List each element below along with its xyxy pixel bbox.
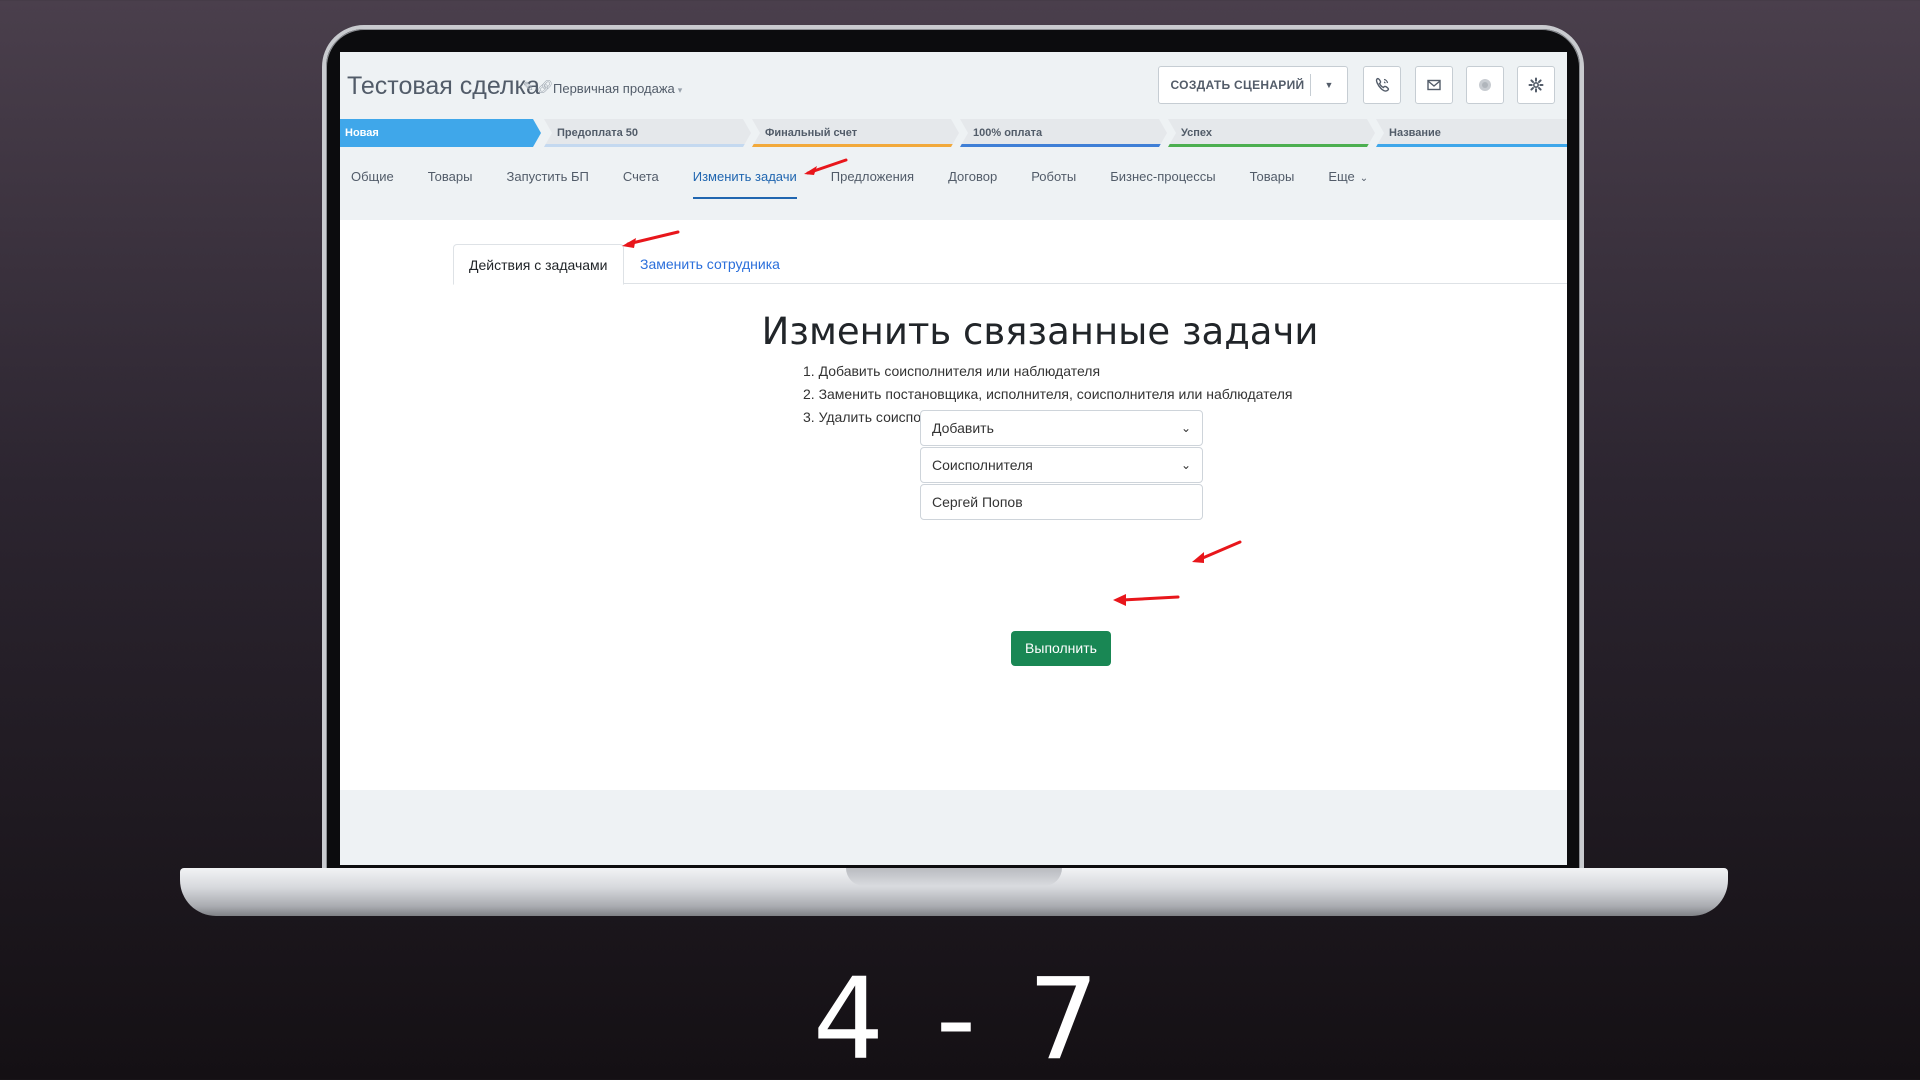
deal-header: Тестовая сделка ✎ 🔗︎ Первичная продажа ▾ … xyxy=(340,52,1567,220)
tab-business-processes[interactable]: Бизнес-процессы xyxy=(1110,169,1215,199)
slide-counter: 4 - 7 xyxy=(812,955,1108,1080)
stage-success[interactable]: Успех xyxy=(1168,119,1375,147)
annotation-arrow-icon xyxy=(622,230,680,248)
pencil-icon[interactable]: ✎ xyxy=(523,79,534,95)
caret-down-icon[interactable]: ▼ xyxy=(1311,80,1347,90)
status-dot-icon xyxy=(1479,79,1491,91)
deal-title: Тестовая сделка xyxy=(347,72,540,100)
stage-label: Название xyxy=(1389,127,1441,139)
instruction-item: 1. Добавить соисполнителя или наблюдател… xyxy=(803,363,1101,379)
chevron-down-icon: ⌄ xyxy=(1180,421,1191,435)
mail-button[interactable] xyxy=(1415,66,1453,104)
chevron-down-icon: ⌄ xyxy=(1180,458,1191,472)
laptop-notch xyxy=(846,868,1062,886)
phone-button[interactable] xyxy=(1363,66,1401,104)
role-select[interactable]: Соисполнителя ⌄ xyxy=(920,447,1203,483)
tab-more[interactable]: Еще ⌄ xyxy=(1328,169,1368,199)
tab-general[interactable]: Общие xyxy=(351,169,394,199)
tab-products[interactable]: Товары xyxy=(428,169,473,199)
funnel-label: Первичная продажа xyxy=(553,81,675,96)
employee-input-value: Сергей Попов xyxy=(932,494,1023,510)
create-scenario-button[interactable]: СОЗДАТЬ СЦЕНАРИЙ ▼ xyxy=(1158,66,1348,104)
role-select-value: Соисполнителя xyxy=(932,457,1033,473)
tab-change-tasks[interactable]: Изменить задачи xyxy=(692,169,797,199)
stage-label: 100% оплата xyxy=(973,127,1043,139)
status-button[interactable] xyxy=(1466,66,1504,104)
annotation-arrow-icon xyxy=(804,158,848,175)
annotation-arrow-icon xyxy=(1113,594,1180,606)
stage-label: Предоплата 50 xyxy=(557,127,638,139)
stage-new[interactable]: Новая xyxy=(340,119,541,147)
subtab-task-actions[interactable]: Действия с задачами xyxy=(453,244,624,285)
tab-invoices[interactable]: Счета xyxy=(623,169,659,199)
phone-icon xyxy=(1375,77,1390,92)
link-icon[interactable]: 🔗︎ xyxy=(537,79,554,95)
tab-run-bp[interactable]: Запустить БП xyxy=(506,169,588,199)
action-select[interactable]: Добавить ⌄ xyxy=(920,410,1203,446)
mail-icon xyxy=(1427,79,1441,91)
action-select-value: Добавить xyxy=(932,420,994,436)
create-scenario-label: СОЗДАТЬ СЦЕНАРИЙ xyxy=(1170,78,1305,92)
chevron-down-icon: ⌄ xyxy=(1359,173,1369,184)
chevron-down-icon: ▾ xyxy=(677,85,683,95)
tab-more-label: Еще xyxy=(1328,169,1355,184)
employee-input[interactable]: Сергей Попов xyxy=(920,484,1203,520)
footer-area xyxy=(340,790,1567,865)
execute-button[interactable]: Выполнить xyxy=(1011,631,1111,666)
funnel-selector[interactable]: Первичная продажа ▾ xyxy=(553,81,682,96)
stage-full-payment[interactable]: 100% оплата xyxy=(960,119,1167,147)
gear-icon xyxy=(1528,77,1544,93)
stage-label: Финальный счет xyxy=(765,127,858,139)
stage-name[interactable]: Название xyxy=(1376,119,1567,147)
tab-products-2[interactable]: Товары xyxy=(1250,169,1295,199)
stage-label: Успех xyxy=(1181,127,1213,139)
tab-contract[interactable]: Договор xyxy=(948,169,997,199)
task-editor-panel: Действия с задачами Заменить сотрудника … xyxy=(340,220,1567,790)
app-screen: Тестовая сделка ✎ 🔗︎ Первичная продажа ▾ … xyxy=(340,52,1567,865)
annotation-arrow-icon xyxy=(1192,540,1242,563)
tab-robots[interactable]: Роботы xyxy=(1031,169,1076,199)
stage-prepay[interactable]: Предоплата 50 xyxy=(544,119,751,147)
stage-label: Новая xyxy=(345,127,379,139)
settings-button[interactable] xyxy=(1517,66,1555,104)
page-title: Изменить связанные задачи xyxy=(761,310,1319,353)
deal-tabs: Общие Товары Запустить БП Счета Изменить… xyxy=(340,169,1402,199)
stage-bar: Новая Предоплата 50 Финальный счет 100% … xyxy=(340,119,1567,147)
instruction-item: 2. Заменить постановщика, исполнителя, с… xyxy=(803,386,1293,402)
stage-final-invoice[interactable]: Финальный счет xyxy=(752,119,959,147)
